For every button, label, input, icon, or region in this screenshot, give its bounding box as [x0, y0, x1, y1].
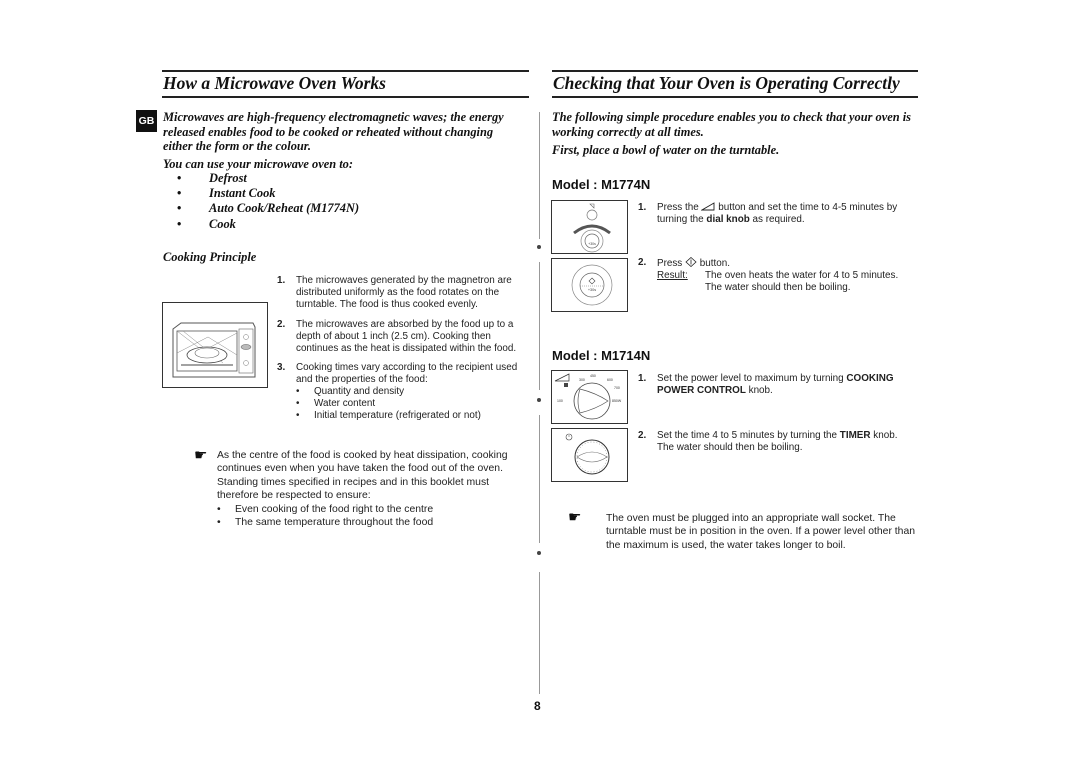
right-intro: The following simple procedure enables y… — [552, 110, 911, 139]
uses-heading: You can use your microwave oven to: — [163, 157, 353, 171]
start-button-icon — [685, 256, 697, 268]
timer-dial-icon — [565, 433, 610, 475]
principle-steps: 1. The microwaves generated by the magne… — [277, 275, 522, 422]
left-intro: Microwaves are high-frequency electromag… — [163, 110, 504, 154]
timer-knob-illustration — [551, 428, 628, 482]
language-tab: GB — [136, 110, 157, 132]
right-section-title: Checking that Your Oven is Operating Cor… — [553, 73, 900, 93]
divider-dot — [537, 398, 541, 402]
page-number: 8 — [534, 699, 541, 713]
left-title-bottom-rule — [162, 96, 529, 98]
column-divider — [539, 572, 540, 694]
cooking-principle-heading: Cooking Principle — [163, 250, 257, 264]
microwave-oven-illustration — [162, 302, 268, 388]
left-section-title: How a Microwave Oven Works — [163, 73, 386, 93]
use-item: Auto Cook/Reheat (M1774N) — [163, 201, 463, 216]
right-note: The oven must be plugged into an appropr… — [606, 513, 916, 551]
result-label: Result: — [657, 269, 688, 281]
start-dial-icon: +30s — [571, 264, 613, 306]
principle-step: 3. Cooking times vary according to the r… — [277, 362, 522, 422]
m1774n-step-1: 1. Press the button and set the time to … — [638, 202, 898, 225]
use-item: Cook — [163, 217, 463, 232]
m1714n-step-1: 1. Set the power level to maximum by tur… — [638, 373, 894, 396]
pointing-hand-icon: ☛ — [568, 509, 582, 526]
svg-text:+30s: +30s — [588, 242, 596, 246]
principle-step: 1. The microwaves generated by the magne… — [277, 275, 512, 310]
food-property-item: Initial temperature (refrigerated or not… — [296, 410, 522, 422]
svg-text:700: 700 — [614, 386, 620, 390]
dial-knob-icon: +30s — [573, 203, 611, 253]
standing-times-list: Even cooking of the food right to the ce… — [217, 503, 522, 530]
power-dial-icon: 300 450 600 700 100 850W — [554, 373, 622, 420]
standing-times-item: The same temperature throughout the food — [217, 516, 522, 530]
use-item: Defrost — [163, 171, 463, 186]
left-note: As the centre of the food is cooked by h… — [217, 449, 522, 530]
right-title-bottom-rule — [552, 96, 918, 98]
start-button-illustration: +30s — [551, 258, 628, 312]
m1774n-step-2: 2. Press button. Result: The oven heats … — [638, 256, 899, 293]
model-heading-m1774n: Model : M1774N — [552, 177, 651, 192]
model-heading-m1714n: Model : M1714N — [552, 348, 651, 363]
column-divider — [539, 415, 540, 543]
power-triangle-icon — [700, 202, 715, 211]
uses-list: Defrost Instant Cook Auto Cook/Reheat (M… — [163, 171, 463, 232]
column-divider — [539, 112, 540, 239]
use-item: Instant Cook — [163, 186, 463, 201]
divider-dot — [537, 245, 541, 249]
standing-times-item: Even cooking of the food right to the ce… — [217, 503, 522, 517]
svg-text:850W: 850W — [612, 399, 622, 403]
divider-dot — [537, 551, 541, 555]
food-property-item: Quantity and density — [296, 386, 522, 398]
principle-step: 2. The microwaves are absorbed by the fo… — [277, 318, 517, 354]
svg-text:100: 100 — [557, 399, 563, 403]
svg-text:600: 600 — [607, 378, 613, 382]
microwave-oven-icon — [172, 322, 256, 378]
m1714n-step-2: 2. Set the time 4 to 5 minutes by turnin… — [638, 430, 898, 453]
dial-knob-illustration: +30s — [551, 200, 628, 254]
svg-text:+30s: +30s — [588, 288, 596, 292]
left-title-top-rule — [162, 70, 529, 72]
column-divider — [539, 262, 540, 390]
svg-text:300: 300 — [579, 378, 585, 382]
power-control-illustration: 300 450 600 700 100 850W — [551, 370, 628, 424]
pointing-hand-icon: ☛ — [194, 447, 208, 464]
right-title-top-rule — [552, 70, 918, 72]
svg-text:450: 450 — [590, 374, 596, 378]
food-property-item: Water content — [296, 398, 522, 410]
food-properties-list: Quantity and density Water content Initi… — [296, 386, 522, 422]
right-intro-2: First, place a bowl of water on the turn… — [552, 143, 780, 157]
